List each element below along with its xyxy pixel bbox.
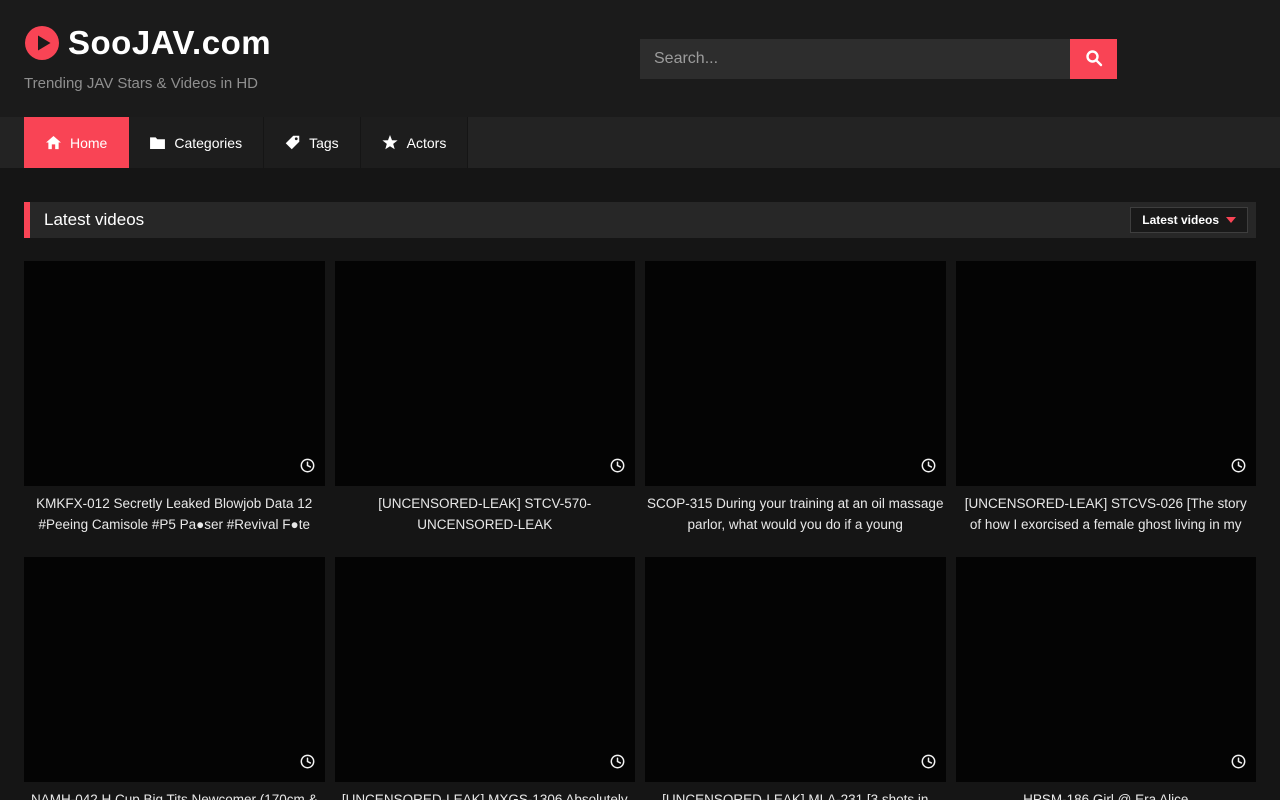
video-title[interactable]: [UNCENSORED-LEAK] MXGS-1306 Absolutely — [335, 790, 636, 800]
site-title: SooJAV.com — [68, 24, 271, 62]
video-card: KMKFX-012 Secretly Leaked Blowjob Data 1… — [24, 261, 325, 535]
video-title[interactable]: NAMH-042 H Cup Big Tits Newcomer (170cm … — [24, 790, 325, 800]
search-input[interactable] — [640, 39, 1070, 79]
nav-item-home[interactable]: Home — [24, 117, 129, 168]
sort-dropdown-label: Latest videos — [1142, 213, 1219, 227]
nav-item-tags[interactable]: Tags — [264, 117, 361, 168]
nav-label: Actors — [407, 135, 447, 151]
caret-down-icon — [1226, 217, 1236, 223]
video-card: HPSM-186 Girl @ Era Alice — [956, 557, 1257, 800]
clock-icon — [1231, 458, 1246, 478]
video-title[interactable]: [UNCENSORED-LEAK] STCV-570-UNCENSORED-LE… — [335, 494, 636, 535]
video-title[interactable]: [UNCENSORED-LEAK] STCVS-026 [The story o… — [956, 494, 1257, 535]
clock-icon — [610, 458, 625, 478]
nav-label: Categories — [174, 135, 242, 151]
video-title[interactable]: [UNCENSORED-LEAK] MLA-231 [3 shots in — [645, 790, 946, 800]
video-grid: KMKFX-012 Secretly Leaked Blowjob Data 1… — [24, 261, 1256, 800]
site-header: SooJAV.com Trending JAV Stars & Videos i… — [0, 0, 1280, 117]
video-title[interactable]: HPSM-186 Girl @ Era Alice — [956, 790, 1257, 800]
section-title: Latest videos — [30, 210, 144, 230]
video-title[interactable]: SCOP-315 During your training at an oil … — [645, 494, 946, 535]
video-thumbnail[interactable] — [24, 557, 325, 782]
nav-item-actors[interactable]: Actors — [361, 117, 469, 168]
video-card: [UNCENSORED-LEAK] STCV-570-UNCENSORED-LE… — [335, 261, 636, 535]
sort-dropdown-button[interactable]: Latest videos — [1130, 207, 1248, 233]
video-card: [UNCENSORED-LEAK] MXGS-1306 Absolutely — [335, 557, 636, 800]
video-thumbnail[interactable] — [335, 557, 636, 782]
home-icon — [46, 136, 61, 150]
clock-icon — [300, 458, 315, 478]
video-card: [UNCENSORED-LEAK] MLA-231 [3 shots in — [645, 557, 946, 800]
clock-icon — [921, 458, 936, 478]
clock-icon — [1231, 754, 1246, 774]
play-circle-icon — [24, 25, 60, 61]
site-logo[interactable]: SooJAV.com — [24, 0, 271, 62]
tag-icon — [285, 135, 300, 150]
clock-icon — [921, 754, 936, 774]
nav-label: Tags — [309, 135, 339, 151]
video-thumbnail[interactable] — [24, 261, 325, 486]
main-nav: Home Categories Tags — [0, 117, 1280, 168]
video-title[interactable]: KMKFX-012 Secretly Leaked Blowjob Data 1… — [24, 494, 325, 535]
video-thumbnail[interactable] — [335, 261, 636, 486]
main-content: Latest videos Latest videos KMKFX-012 Se… — [24, 202, 1256, 800]
star-icon — [382, 135, 398, 150]
video-thumbnail[interactable] — [956, 557, 1257, 782]
magnifier-icon — [1085, 49, 1103, 70]
video-card: NAMH-042 H Cup Big Tits Newcomer (170cm … — [24, 557, 325, 800]
search-box — [640, 39, 1117, 79]
clock-icon — [300, 754, 315, 774]
video-thumbnail[interactable] — [645, 261, 946, 486]
search-button[interactable] — [1070, 39, 1117, 79]
nav-item-categories[interactable]: Categories — [129, 117, 264, 168]
nav-label: Home — [70, 135, 107, 151]
folder-icon — [150, 136, 165, 149]
section-header: Latest videos Latest videos — [24, 202, 1256, 238]
clock-icon — [610, 754, 625, 774]
video-thumbnail[interactable] — [645, 557, 946, 782]
video-thumbnail[interactable] — [956, 261, 1257, 486]
video-card: SCOP-315 During your training at an oil … — [645, 261, 946, 535]
video-card: [UNCENSORED-LEAK] STCVS-026 [The story o… — [956, 261, 1257, 535]
